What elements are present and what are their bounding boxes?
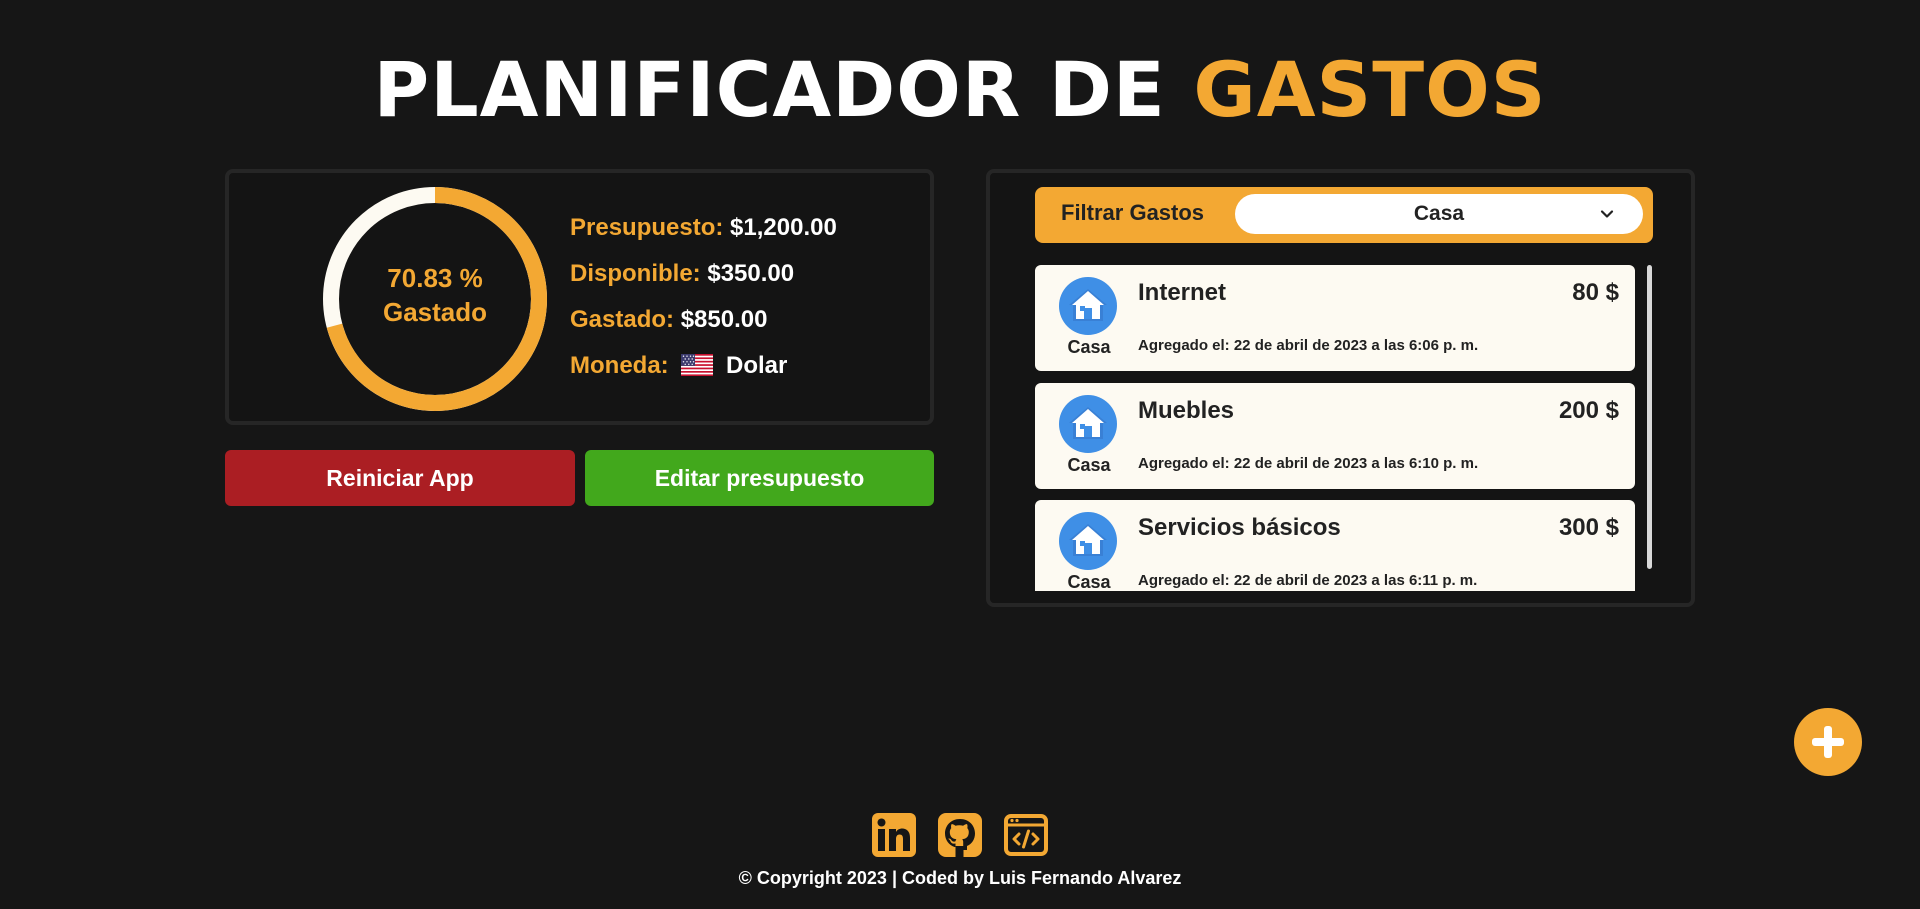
add-expense-button[interactable] bbox=[1794, 708, 1862, 776]
expense-name: Internet bbox=[1138, 279, 1227, 306]
expense-category: Casa bbox=[1067, 572, 1111, 591]
stat-moneda: Moneda: Dolar bbox=[570, 351, 837, 397]
linkedin-icon[interactable] bbox=[871, 812, 917, 858]
gastado-label: Gastado: bbox=[570, 306, 675, 333]
us-flag-icon bbox=[681, 354, 714, 376]
stat-disponible: Disponible: $350.00 bbox=[570, 259, 837, 305]
gastado-value: $850.00 bbox=[680, 306, 768, 333]
ring-label: 70.83 % Gastado bbox=[321, 261, 549, 329]
expense-date: Agregado el: 22 de abril de 2023 a las 6… bbox=[1138, 572, 1478, 589]
expense-date: Agregado el: 22 de abril de 2023 a las 6… bbox=[1138, 337, 1479, 354]
presupuesto-label: Presupuesto: bbox=[570, 214, 724, 241]
disponible-label: Disponible: bbox=[570, 260, 701, 287]
expense-amount: 300 $ bbox=[1558, 514, 1619, 541]
expense-date: Agregado el: 22 de abril de 2023 a las 6… bbox=[1138, 455, 1479, 472]
expense-list: Casa Internet 80 $ Agregado el: 22 de ab… bbox=[1035, 265, 1639, 591]
expense-name: Servicios básicos bbox=[1138, 514, 1341, 541]
plus-icon bbox=[1812, 726, 1844, 758]
budget-stats: Presupuesto: $1,200.00 Disponible: $350.… bbox=[570, 213, 837, 397]
budget-panel: 70.83 % Gastado Presupuesto: $1,200.00 D… bbox=[225, 169, 934, 425]
chevron-down-icon bbox=[1600, 210, 1614, 218]
filter-selected-value: Casa bbox=[1413, 202, 1465, 225]
edit-budget-button[interactable]: Editar presupuesto bbox=[585, 450, 934, 506]
spent-caption: Gastado bbox=[382, 297, 488, 327]
category-filter-select[interactable]: Casa bbox=[1235, 194, 1643, 234]
house-icon bbox=[1059, 395, 1117, 453]
percent-text: 70.83 % bbox=[387, 263, 483, 293]
filter-bar: Filtrar Gastos Casa bbox=[1035, 187, 1653, 243]
house-icon bbox=[1059, 512, 1117, 570]
moneda-label: Moneda: bbox=[570, 352, 669, 379]
expenses-panel: Filtrar Gastos Casa Casa Internet 80 $ A… bbox=[986, 169, 1695, 607]
moneda-value: Dolar bbox=[726, 352, 788, 379]
reset-app-button[interactable]: Reiniciar App bbox=[225, 450, 575, 506]
presupuesto-value: $1,200.00 bbox=[730, 214, 837, 241]
expense-amount: 80 $ bbox=[1572, 279, 1619, 306]
expense-card[interactable]: Casa Servicios básicos 300 $ Agregado el… bbox=[1035, 500, 1635, 591]
title-accent: GASTOS bbox=[1193, 45, 1547, 134]
copyright-text: © Copyright 2023 | Coded by Luis Fernand… bbox=[738, 868, 1182, 888]
house-icon bbox=[1059, 277, 1117, 335]
expense-category: Casa bbox=[1067, 337, 1111, 357]
filter-label: Filtrar Gastos bbox=[1061, 200, 1205, 225]
expense-card[interactable]: Casa Muebles 200 $ Agregado el: 22 de ab… bbox=[1035, 383, 1635, 489]
page-title: PLANIFICADOR DE GASTOS bbox=[0, 44, 1920, 136]
expense-amount: 200 $ bbox=[1558, 397, 1619, 424]
portfolio-code-icon[interactable] bbox=[1003, 812, 1049, 858]
expense-name: Muebles bbox=[1138, 397, 1235, 424]
expense-category: Casa bbox=[1067, 455, 1111, 475]
disponible-value: $350.00 bbox=[707, 260, 795, 287]
title-main: PLANIFICADOR DE bbox=[373, 45, 1166, 134]
expense-list-scrollbar[interactable] bbox=[1647, 265, 1652, 569]
expense-card[interactable]: Casa Internet 80 $ Agregado el: 22 de ab… bbox=[1035, 265, 1635, 371]
github-icon[interactable] bbox=[937, 812, 983, 858]
stat-gastado: Gastado: $850.00 bbox=[570, 305, 837, 351]
stat-presupuesto: Presupuesto: $1,200.00 bbox=[570, 213, 837, 259]
